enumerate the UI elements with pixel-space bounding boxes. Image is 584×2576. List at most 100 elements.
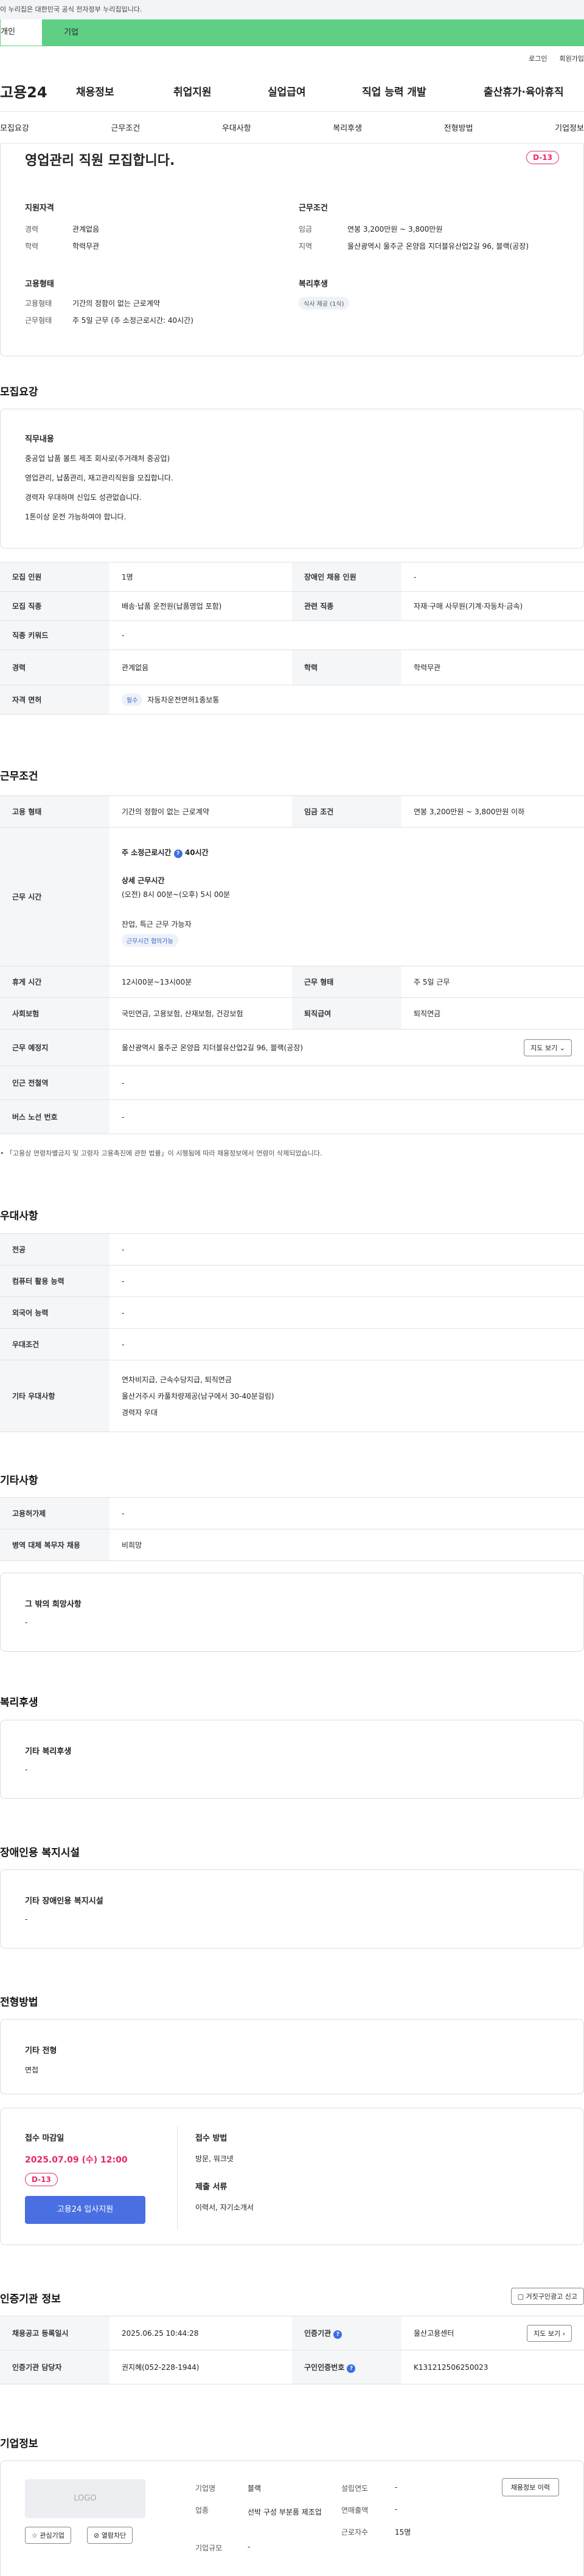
apply-dday-badge: D-13 (25, 2173, 58, 2186)
help-icon[interactable]: ? (333, 2330, 342, 2339)
pref-section-title: 우대사항 (0, 1210, 38, 1222)
welfare-chip: 식사 제공 (1식) (299, 297, 349, 310)
block-view-button[interactable]: ⊘ 열람차단 (87, 2527, 133, 2544)
login-link[interactable]: 로그인 (529, 54, 547, 63)
welfare-card: 기타 복리후생 - (0, 1720, 584, 1799)
reg-value: 2025.06.25 10:44:28 (109, 2316, 292, 2350)
gnb-item-support[interactable]: 취업지원 (173, 83, 268, 99)
apply-button[interactable]: 고용24 입사지원 (25, 2196, 145, 2224)
work-time-cell: 주 소정근로시간 ? 40시간 상세 근무시간 (오전) 8시 00분~(오후)… (109, 827, 584, 966)
work-emp-value: 기간의 정함이 없는 근로계약 (109, 795, 292, 828)
help-icon[interactable]: ? (173, 849, 182, 858)
work-wage-label: 임금 조건 (292, 795, 401, 828)
pref-etc-line-3: 경력자 우대 (122, 1408, 158, 1417)
edu-value: 학력무관 (401, 649, 584, 685)
subnav-item-work[interactable]: 근무조건 (111, 122, 140, 133)
work-time-detail-title: 상세 근무시간 (122, 876, 165, 885)
work-wage-value: 연봉 3,200만원 ~ 3,800만원 이하 (401, 795, 584, 828)
hope-value: - (25, 1618, 28, 1627)
pref-etc-line-1: 연차비지급, 근속수당지급, 퇴직연금 (122, 1376, 232, 1384)
edu-label: 학력 (292, 649, 401, 685)
gov-notice-bar: 이 누리집은 대한민국 공식 전자정부 누리집입니다. (0, 0, 584, 19)
keyword-value: - (109, 620, 584, 650)
num-label-text: 구인인증번호 (304, 2363, 345, 2372)
work-time-hours: 40시간 (184, 848, 209, 857)
site-logo[interactable]: 고용24 (0, 80, 76, 102)
summary-card: 영업관리 직원 모집합니다. D-13 지원자격 경력 관계없음 학력 학력무관… (0, 144, 584, 356)
company-name-label: 기업명 (195, 2484, 216, 2493)
disabled-card: 기타 장애인용 복지시설 - (0, 1869, 584, 1948)
subway-value: - (109, 1065, 584, 1100)
emp-title: 고용형태 (25, 280, 54, 289)
gnb-item-training[interactable]: 직업 능력 개발 (362, 83, 484, 99)
tab-enterprise-label: 기업 (64, 28, 78, 37)
gnb-item-benefit[interactable]: 실업급여 (268, 83, 362, 99)
join-link[interactable]: 회원가입 (560, 54, 584, 63)
block-view-label: 열람차단 (101, 2532, 127, 2540)
duty-line-3: 경력자 우대하며 신입도 성관없습니다. (25, 493, 142, 502)
help-icon[interactable]: ? (347, 2364, 356, 2373)
qual-edu-value: 학력무관 (72, 242, 100, 251)
cond-area-value: 울산광역시 울주군 온양읍 지더블유산업2길 96, 블랙(공장) (347, 242, 529, 251)
pref-cond-value: - (109, 1328, 584, 1360)
location-value: 울산광역시 울주군 온양읍 지더블유산업2길 96, 블랙(공장) (122, 1044, 304, 1052)
license-required-chip: 필수 (122, 693, 143, 706)
lang-value: - (109, 1297, 584, 1329)
num-value: K131212506250023 (401, 2350, 584, 2384)
selection-section-title: 전형방법 (0, 1996, 38, 2009)
subnav-item-pref[interactable]: 우대사항 (222, 122, 251, 133)
subway-label: 인근 전철역 (0, 1065, 109, 1100)
agency-map-button-label: 지도 보기 (534, 2330, 561, 2338)
org-cell: 울산고용센터 지도 보기 › (401, 2316, 584, 2350)
deadline-value: 2025.07.09 (수) 12:00 (25, 2155, 128, 2165)
subnav-item-recruit[interactable]: 모집요강 (0, 122, 29, 133)
method-value: 방문, 워크넷 (195, 2155, 234, 2163)
apply-button-label: 고용24 입사지원 (57, 2205, 114, 2214)
revenue-value: - (395, 2505, 398, 2513)
major-value: - (109, 1233, 584, 1265)
pref-table: 전공 - 컴퓨터 활용 능력 - 외국어 능력 - 우대조건 - 기타 우대사항 연차비… (0, 1233, 584, 1432)
block-icon: ⊘ (94, 2532, 100, 2540)
work-form-label: 근무 형태 (292, 966, 401, 998)
work-table: 고용 형태 기간의 정함이 없는 근로계약 임금 조건 연봉 3,200만원 ~… (0, 795, 584, 1134)
fav-company-label: 관심기업 (40, 2532, 64, 2540)
star-icon: ☆ (32, 2532, 38, 2540)
pc-label: 컴퓨터 활용 능력 (0, 1265, 109, 1297)
permit-label: 고용허가제 (0, 1497, 109, 1529)
report-button[interactable]: ▢ 거짓구인광고 신고 (510, 2288, 584, 2305)
emp-type-value: 기간의 정함이 없는 근로계약 (72, 299, 160, 308)
pref-etc-label: 기타 우대사항 (0, 1360, 109, 1432)
emp-form-value: 주 5일 근무 (주 소정근로시간: 40시간) (72, 316, 193, 325)
document-icon: ▢ (517, 2293, 524, 2301)
work-form-value: 주 5일 근무 (401, 966, 584, 998)
subnav-item-company[interactable]: 기업정보 (555, 122, 584, 133)
recruit-section-title: 모집요강 (0, 386, 38, 398)
major-label: 전공 (0, 1233, 109, 1265)
count-value: 1명 (109, 562, 292, 592)
revenue-label: 연매출액 (341, 2506, 369, 2515)
work-map-button[interactable]: 지도 보기 ⌄ (524, 1039, 572, 1056)
gnb-item-leave[interactable]: 출산휴가·육아휴직 (484, 83, 564, 99)
subnav-item-welfare[interactable]: 복리후생 (333, 122, 362, 133)
fav-company-button[interactable]: ☆ 관심기업 (25, 2527, 71, 2544)
agency-map-button[interactable]: 지도 보기 › (527, 2325, 572, 2342)
company-industry-value: 선박 구성 부분품 제조업 (248, 2508, 322, 2516)
insurance-label: 사회보험 (0, 997, 109, 1030)
tab-individual[interactable]: 개인 (0, 19, 43, 46)
qual-career-label: 경력 (25, 225, 39, 234)
company-name-value: 블랙 (248, 2484, 262, 2493)
disabled-section-title: 장애인용 복지시설 (0, 1847, 80, 1859)
disabled-etc-value: - (25, 1915, 28, 1923)
num-label: 구인인증번호 ? (292, 2350, 401, 2384)
license-label: 자격 면허 (0, 685, 109, 715)
org-value: 울산고용센터 (414, 2329, 454, 2338)
subnav-item-selection[interactable]: 전형방법 (444, 122, 473, 133)
rel-job-value: 자재·구매 사무원(기계·자동차·금속) (401, 591, 584, 621)
career-label: 경력 (0, 649, 109, 685)
tab-enterprise[interactable]: 기업 (43, 19, 584, 46)
hope-title: 그 밖의 희망사항 (25, 1600, 82, 1609)
gnb-item-jobs[interactable]: 채용정보 (76, 83, 173, 99)
recruit-table: 모집 인원 1명 장애인 채용 인원 - 모집 직종 배송·납품 운전원(납품영… (0, 562, 584, 715)
selection-card: 기타 전형 면접 (0, 2019, 584, 2094)
history-button[interactable]: 채용정보 이력 (501, 2478, 559, 2496)
